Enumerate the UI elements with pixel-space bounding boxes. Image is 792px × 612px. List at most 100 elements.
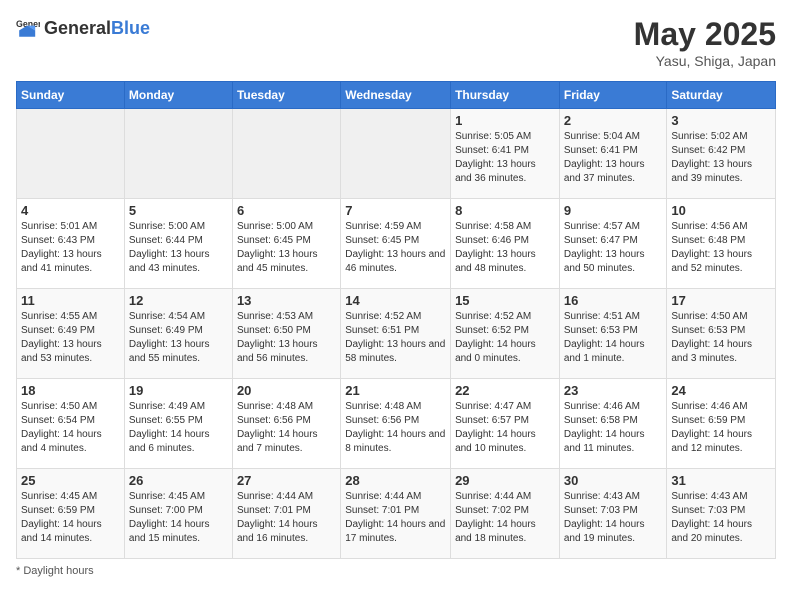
calendar-day-cell: 21 Sunrise: 4:48 AMSunset: 6:56 PMDayligh…: [341, 379, 451, 469]
calendar-day-cell: 26 Sunrise: 4:45 AMSunset: 7:00 PMDayligh…: [124, 469, 232, 559]
day-of-week-header: Friday: [559, 82, 667, 109]
day-number: 3: [671, 113, 771, 128]
day-number: 13: [237, 293, 336, 308]
month-title: May 2025: [634, 16, 776, 53]
day-info: Sunrise: 4:56 AMSunset: 6:48 PMDaylight:…: [671, 220, 771, 276]
day-info: Sunrise: 4:47 AMSunset: 6:57 PMDaylight:…: [455, 400, 555, 456]
day-number: 21: [345, 383, 446, 398]
day-of-week-header: Saturday: [667, 82, 776, 109]
calendar-day-cell: [341, 109, 451, 199]
day-info: Sunrise: 4:45 AMSunset: 7:00 PMDaylight:…: [129, 490, 228, 546]
day-number: 16: [564, 293, 663, 308]
calendar-day-cell: [232, 109, 340, 199]
day-info: Sunrise: 4:46 AMSunset: 6:59 PMDaylight:…: [671, 400, 771, 456]
calendar-day-cell: 11Sunrise: 4:55 AMSunset: 6:49 PMDayligh…: [17, 289, 125, 379]
calendar-day-cell: 27Sunrise: 4:44 AMSunset: 7:01 PMDayligh…: [232, 469, 340, 559]
calendar-table: SundayMondayTuesdayWednesdayThursdayFrid…: [16, 81, 776, 559]
calendar-day-cell: 18 Sunrise: 4:50 AMSunset: 6:54 PMDayligh…: [17, 379, 125, 469]
day-number: 22: [455, 383, 555, 398]
footer-note: * Daylight hours: [16, 565, 776, 577]
calendar-day-cell: 4Sunrise: 5:01 AMSunset: 6:43 PMDaylight…: [17, 199, 125, 289]
day-info: Sunrise: 5:04 AMSunset: 6:41 PMDaylight:…: [564, 130, 663, 186]
day-info: Sunrise: 5:00 AMSunset: 6:44 PMDaylight:…: [129, 220, 228, 276]
day-of-week-header: Wednesday: [341, 82, 451, 109]
calendar-day-cell: 13 Sunrise: 4:53 AMSunset: 6:50 PMDayligh…: [232, 289, 340, 379]
page-header: General GeneralBlue May 2025 Yasu, Shiga…: [16, 16, 776, 69]
day-number: 5: [129, 203, 228, 218]
day-info: Sunrise: 4:44 AMSunset: 7:02 PMDaylight:…: [455, 490, 555, 546]
day-info: Sunrise: 5:02 AMSunset: 6:42 PMDaylight:…: [671, 130, 771, 186]
day-number: 1: [455, 113, 555, 128]
day-info: Sunrise: 4:48 AMSunset: 6:56 PMDaylight:…: [345, 400, 446, 456]
calendar-title-area: May 2025 Yasu, Shiga, Japan: [634, 16, 776, 69]
day-info: Sunrise: 4:52 AMSunset: 6:52 PMDaylight:…: [455, 310, 555, 366]
logo-icon: General: [16, 16, 40, 40]
calendar-day-cell: 5 Sunrise: 5:00 AMSunset: 6:44 PMDaylight…: [124, 199, 232, 289]
calendar-day-cell: 19 Sunrise: 4:49 AMSunset: 6:55 PMDayligh…: [124, 379, 232, 469]
calendar-day-cell: 17Sunrise: 4:50 AMSunset: 6:53 PMDayligh…: [667, 289, 776, 379]
day-info: Sunrise: 4:53 AMSunset: 6:50 PMDaylight:…: [237, 310, 336, 366]
logo-text: GeneralBlue: [44, 18, 150, 39]
day-of-week-header: Sunday: [17, 82, 125, 109]
calendar-body: 1Sunrise: 5:05 AMSunset: 6:41 PMDaylight…: [17, 109, 776, 559]
calendar-day-cell: 25Sunrise: 4:45 AMSunset: 6:59 PMDayligh…: [17, 469, 125, 559]
day-number: 27: [237, 473, 336, 488]
calendar-day-cell: 31Sunrise: 4:43 AMSunset: 7:03 PMDayligh…: [667, 469, 776, 559]
calendar-header: SundayMondayTuesdayWednesdayThursdayFrid…: [17, 82, 776, 109]
daylight-label: Daylight hours: [23, 565, 93, 577]
logo-general: General: [44, 18, 111, 38]
calendar-day-cell: 12 Sunrise: 4:54 AMSunset: 6:49 PMDayligh…: [124, 289, 232, 379]
day-number: 31: [671, 473, 771, 488]
calendar-week-row: 11Sunrise: 4:55 AMSunset: 6:49 PMDayligh…: [17, 289, 776, 379]
calendar-day-cell: 22 Sunrise: 4:47 AMSunset: 6:57 PMDayligh…: [451, 379, 560, 469]
day-number: 12: [129, 293, 228, 308]
day-info: Sunrise: 5:00 AMSunset: 6:45 PMDaylight:…: [237, 220, 336, 276]
day-number: 14: [345, 293, 446, 308]
calendar-week-row: 1Sunrise: 5:05 AMSunset: 6:41 PMDaylight…: [17, 109, 776, 199]
calendar-day-cell: 28Sunrise: 4:44 AMSunset: 7:01 PMDayligh…: [341, 469, 451, 559]
day-number: 6: [237, 203, 336, 218]
logo: General GeneralBlue: [16, 16, 150, 40]
calendar-day-cell: 3 Sunrise: 5:02 AMSunset: 6:42 PMDaylight…: [667, 109, 776, 199]
calendar-day-cell: 16 Sunrise: 4:51 AMSunset: 6:53 PMDayligh…: [559, 289, 667, 379]
day-info: Sunrise: 4:52 AMSunset: 6:51 PMDaylight:…: [345, 310, 446, 366]
day-number: 18: [21, 383, 120, 398]
day-of-week-header: Tuesday: [232, 82, 340, 109]
calendar-day-cell: 14 Sunrise: 4:52 AMSunset: 6:51 PMDayligh…: [341, 289, 451, 379]
day-info: Sunrise: 4:58 AMSunset: 6:46 PMDaylight:…: [455, 220, 555, 276]
calendar-week-row: 25Sunrise: 4:45 AMSunset: 6:59 PMDayligh…: [17, 469, 776, 559]
day-info: Sunrise: 4:59 AMSunset: 6:45 PMDaylight:…: [345, 220, 446, 276]
calendar-day-cell: 9 Sunrise: 4:57 AMSunset: 6:47 PMDaylight…: [559, 199, 667, 289]
day-number: 26: [129, 473, 228, 488]
day-info: Sunrise: 5:01 AMSunset: 6:43 PMDaylight:…: [21, 220, 120, 276]
location-title: Yasu, Shiga, Japan: [634, 53, 776, 69]
calendar-day-cell: 10Sunrise: 4:56 AMSunset: 6:48 PMDayligh…: [667, 199, 776, 289]
days-of-week-row: SundayMondayTuesdayWednesdayThursdayFrid…: [17, 82, 776, 109]
day-info: Sunrise: 4:57 AMSunset: 6:47 PMDaylight:…: [564, 220, 663, 276]
calendar-day-cell: 6 Sunrise: 5:00 AMSunset: 6:45 PMDaylight…: [232, 199, 340, 289]
day-number: 17: [671, 293, 771, 308]
logo-blue: Blue: [111, 18, 150, 38]
day-number: 30: [564, 473, 663, 488]
day-info: Sunrise: 4:54 AMSunset: 6:49 PMDaylight:…: [129, 310, 228, 366]
calendar-day-cell: 15Sunrise: 4:52 AMSunset: 6:52 PMDayligh…: [451, 289, 560, 379]
day-number: 24: [671, 383, 771, 398]
calendar-day-cell: [124, 109, 232, 199]
calendar-day-cell: 2Sunrise: 5:04 AMSunset: 6:41 PMDaylight…: [559, 109, 667, 199]
day-info: Sunrise: 4:50 AMSunset: 6:54 PMDaylight:…: [21, 400, 120, 456]
calendar-day-cell: 1Sunrise: 5:05 AMSunset: 6:41 PMDaylight…: [451, 109, 560, 199]
day-info: Sunrise: 4:51 AMSunset: 6:53 PMDaylight:…: [564, 310, 663, 366]
day-number: 9: [564, 203, 663, 218]
day-info: Sunrise: 4:46 AMSunset: 6:58 PMDaylight:…: [564, 400, 663, 456]
day-number: 28: [345, 473, 446, 488]
day-of-week-header: Thursday: [451, 82, 560, 109]
calendar-day-cell: 29Sunrise: 4:44 AMSunset: 7:02 PMDayligh…: [451, 469, 560, 559]
day-of-week-header: Monday: [124, 82, 232, 109]
day-info: Sunrise: 4:49 AMSunset: 6:55 PMDaylight:…: [129, 400, 228, 456]
calendar-week-row: 18 Sunrise: 4:50 AMSunset: 6:54 PMDayligh…: [17, 379, 776, 469]
calendar-day-cell: 7 Sunrise: 4:59 AMSunset: 6:45 PMDaylight…: [341, 199, 451, 289]
day-number: 20: [237, 383, 336, 398]
day-number: 19: [129, 383, 228, 398]
day-number: 7: [345, 203, 446, 218]
day-number: 23: [564, 383, 663, 398]
